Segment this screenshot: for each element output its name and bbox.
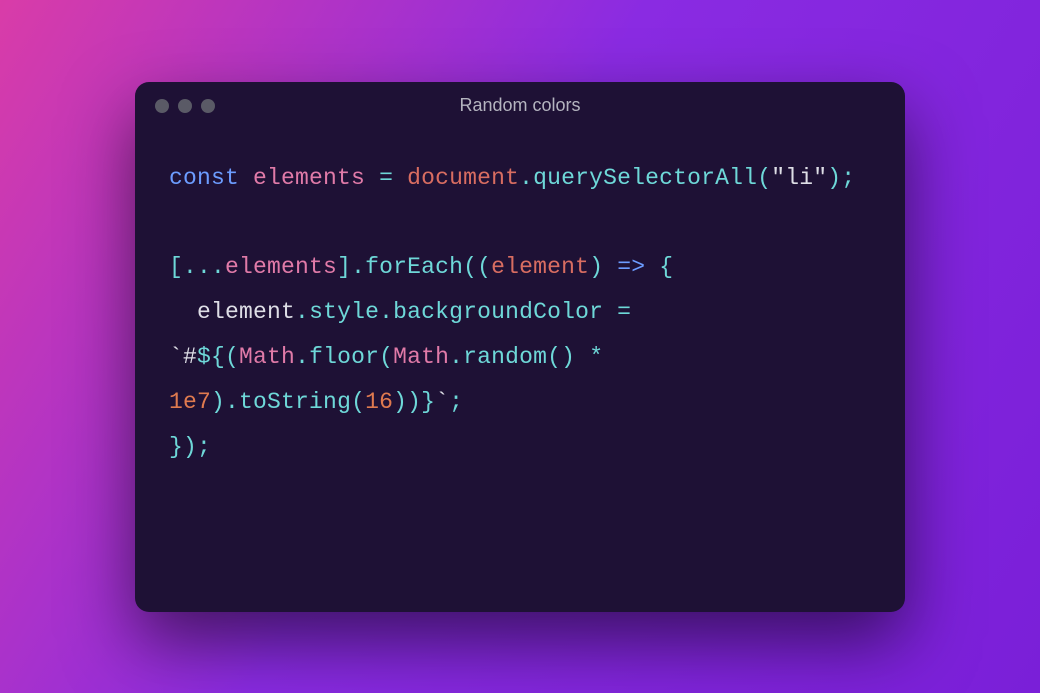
- code-token: backgroundColor: [393, 299, 603, 325]
- code-token: .: [351, 254, 365, 280]
- code-token: elements: [253, 165, 365, 191]
- code-token: .: [449, 344, 463, 370]
- code-token: ;: [841, 165, 855, 191]
- code-window: Random colors const elements = document.…: [135, 82, 905, 612]
- close-icon[interactable]: [155, 99, 169, 113]
- code-token: ): [211, 389, 225, 415]
- code-token: }: [169, 434, 183, 460]
- maximize-icon[interactable]: [201, 99, 215, 113]
- code-token: .: [295, 344, 309, 370]
- code-token: [603, 344, 617, 370]
- code-token: const: [169, 165, 253, 191]
- code-token: .: [295, 299, 309, 325]
- code-token: (: [225, 344, 239, 370]
- code-token: element: [491, 254, 589, 280]
- code-token: forEach: [365, 254, 463, 280]
- code-token: [603, 254, 617, 280]
- code-token: ): [827, 165, 841, 191]
- code-token: (: [477, 254, 491, 280]
- code-token: (: [379, 344, 393, 370]
- code-token: [393, 165, 407, 191]
- code-token: random: [463, 344, 547, 370]
- code-token: ): [393, 389, 407, 415]
- code-token: element: [197, 299, 295, 325]
- code-token: [169, 299, 197, 325]
- code-token: [575, 344, 589, 370]
- code-token: ;: [449, 389, 463, 415]
- code-token: (: [547, 344, 561, 370]
- code-token: elements: [225, 254, 337, 280]
- code-token: toString: [239, 389, 351, 415]
- code-token: ): [407, 389, 421, 415]
- code-token: `: [435, 389, 449, 415]
- code-token: [631, 299, 645, 325]
- code-token: querySelectorAll: [533, 165, 757, 191]
- code-token: .: [519, 165, 533, 191]
- code-token: ]: [337, 254, 351, 280]
- code-token: [645, 254, 659, 280]
- code-token: floor: [309, 344, 379, 370]
- code-token: "li": [771, 165, 827, 191]
- code-token: ...: [183, 254, 225, 280]
- code-token: style: [309, 299, 379, 325]
- code-token: =>: [617, 254, 645, 280]
- code-token: 16: [365, 389, 393, 415]
- window-title: Random colors: [459, 95, 580, 116]
- code-token: `#: [169, 344, 197, 370]
- code-token: .: [225, 389, 239, 415]
- traffic-lights: [155, 99, 215, 113]
- code-token: ): [183, 434, 197, 460]
- code-token: (: [351, 389, 365, 415]
- code-token: *: [589, 344, 603, 370]
- code-token: ;: [197, 434, 211, 460]
- code-token: .: [379, 299, 393, 325]
- titlebar: Random colors: [135, 82, 905, 130]
- code-token: {: [659, 254, 673, 280]
- code-token: Math: [393, 344, 449, 370]
- code-token: ): [589, 254, 603, 280]
- code-token: [603, 299, 617, 325]
- code-editor[interactable]: const elements = document.querySelectorA…: [135, 130, 905, 496]
- minimize-icon[interactable]: [178, 99, 192, 113]
- code-token: ): [561, 344, 575, 370]
- code-token: }: [421, 389, 435, 415]
- code-token: 1e7: [169, 389, 211, 415]
- code-token: [: [169, 254, 183, 280]
- code-token: ${: [197, 344, 225, 370]
- code-token: =: [617, 299, 631, 325]
- code-token: (: [757, 165, 771, 191]
- code-token: Math: [239, 344, 295, 370]
- code-token: =: [379, 165, 393, 191]
- code-token: [365, 165, 379, 191]
- code-token: (: [463, 254, 477, 280]
- code-token: document: [407, 165, 519, 191]
